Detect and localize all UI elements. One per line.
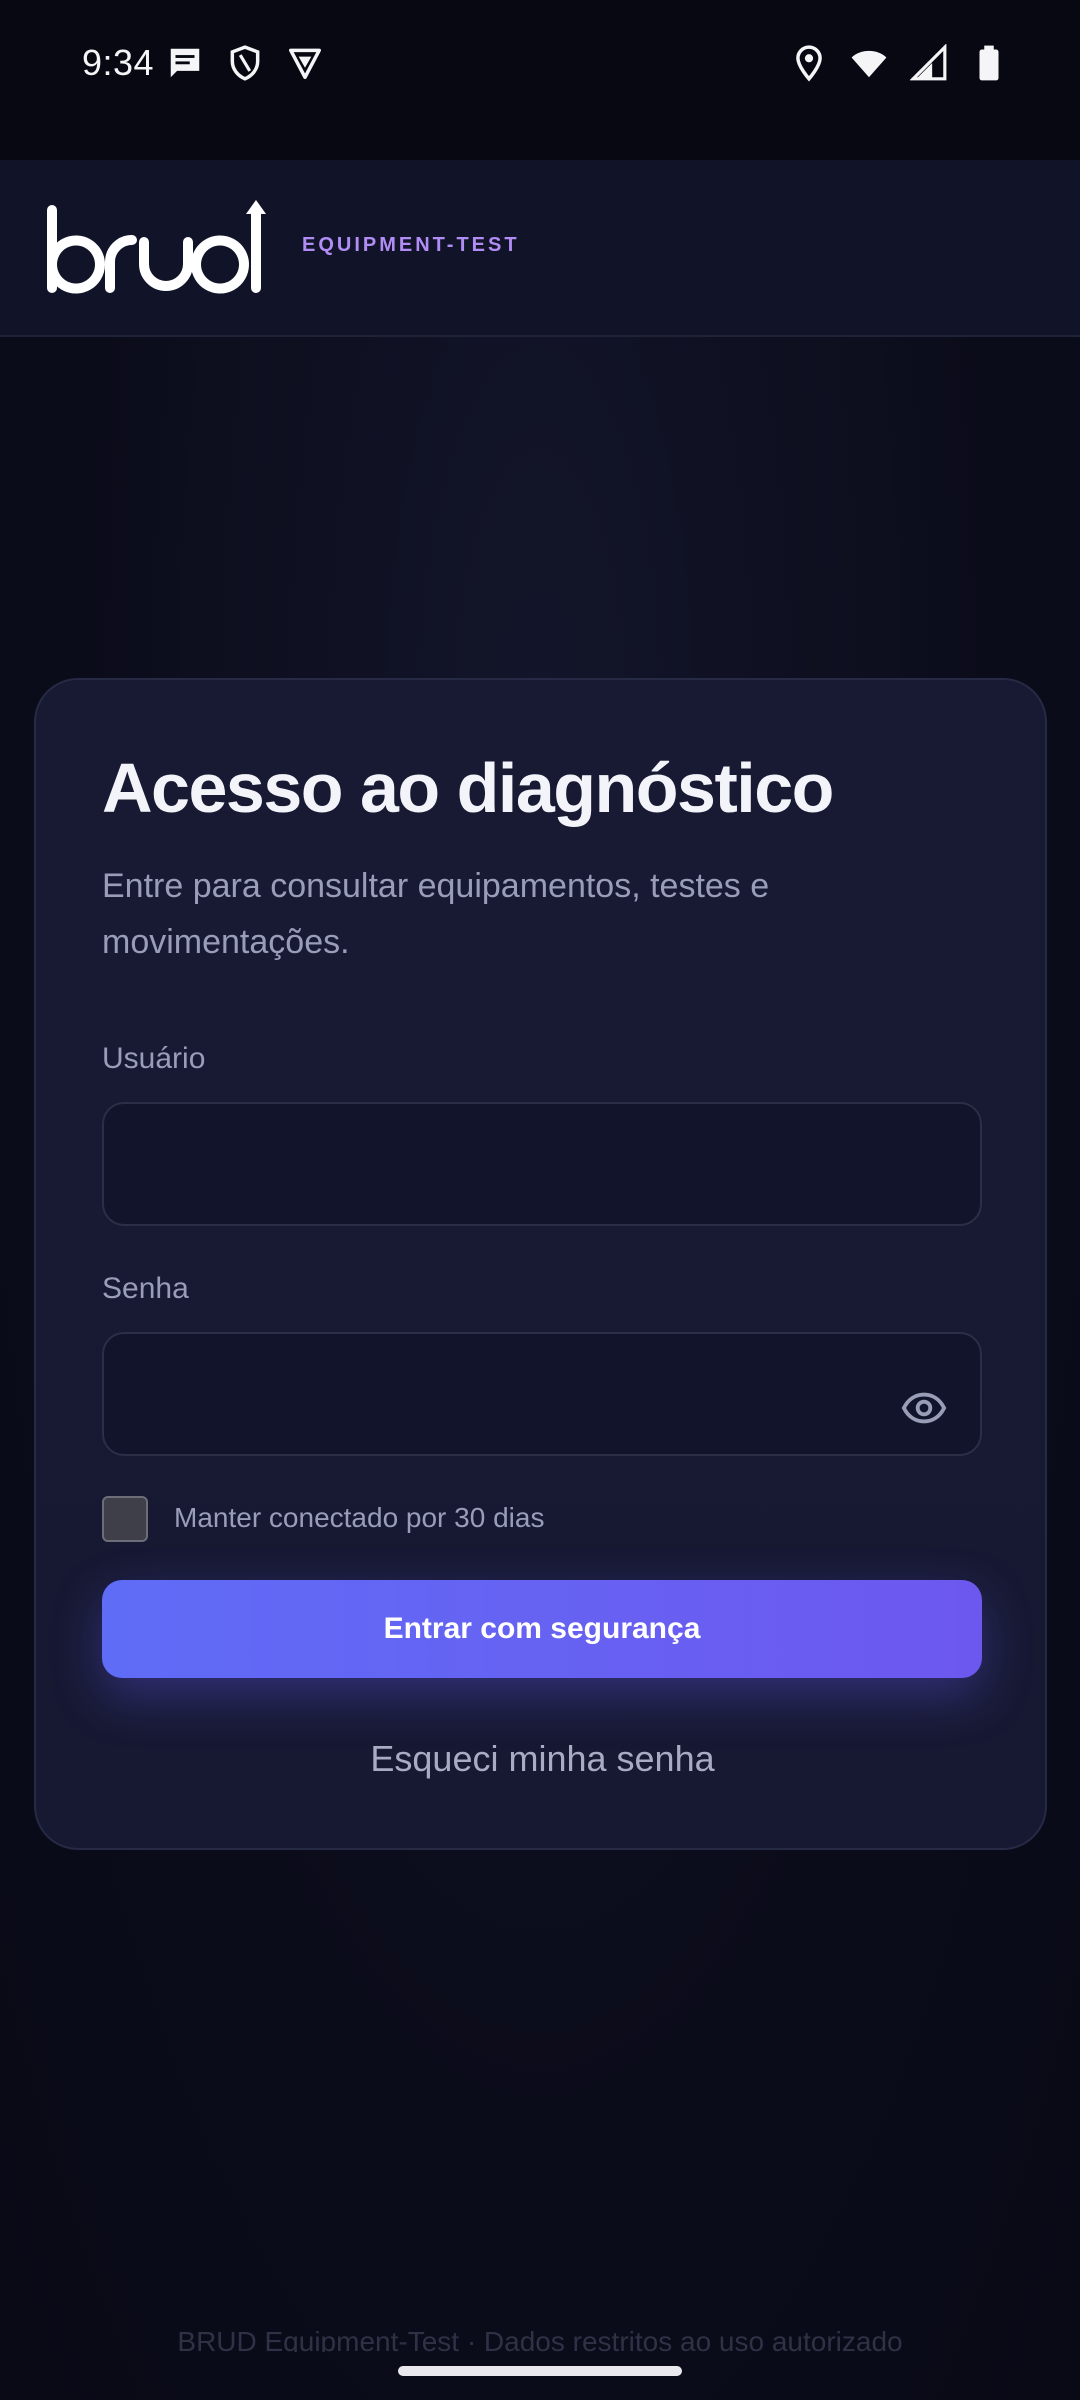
- battery-icon: [979, 45, 999, 81]
- app-tag: EQUIPMENT-TEST: [302, 234, 520, 256]
- forgot-password-link[interactable]: Esqueci minha senha: [36, 1738, 1049, 1780]
- login-card: Acesso ao diagnóstico Entre para consult…: [34, 678, 1047, 1850]
- message-icon: [170, 48, 200, 78]
- signal-icon: [910, 44, 947, 81]
- submit-button[interactable]: Entrar com segurança: [102, 1580, 982, 1678]
- toggle-password-visibility[interactable]: [896, 1380, 952, 1436]
- shield-icon: [230, 45, 260, 81]
- status-time: 9:34: [82, 42, 155, 83]
- username-label: Usuário: [102, 1042, 206, 1075]
- eye-icon: [901, 1392, 947, 1424]
- page-title: Acesso ao diagnóstico: [102, 749, 834, 827]
- password-label: Senha: [102, 1272, 189, 1305]
- vpn-icon: [289, 48, 321, 79]
- remember-checkbox[interactable]: [102, 1496, 148, 1542]
- status-bar: 9:34: [0, 0, 1080, 160]
- page-subtitle: Entre para consultar equipamentos, teste…: [102, 867, 770, 961]
- login-screen: 9:34 EQUIPMENT-TEST Acesso ao diagnóstic…: [0, 0, 1080, 2400]
- home-indicator[interactable]: [398, 2366, 682, 2376]
- app-header: EQUIPMENT-TEST: [0, 160, 1080, 337]
- wifi-icon: [851, 50, 887, 78]
- password-input[interactable]: [102, 1332, 982, 1456]
- location-icon: [796, 45, 822, 82]
- brud-logo: [47, 200, 266, 294]
- username-input[interactable]: [102, 1102, 982, 1226]
- footer-text: BRUD Equipment-Test · Dados restritos ao…: [177, 2326, 903, 2352]
- remember-label: Manter conectado por 30 dias: [174, 1502, 545, 1533]
